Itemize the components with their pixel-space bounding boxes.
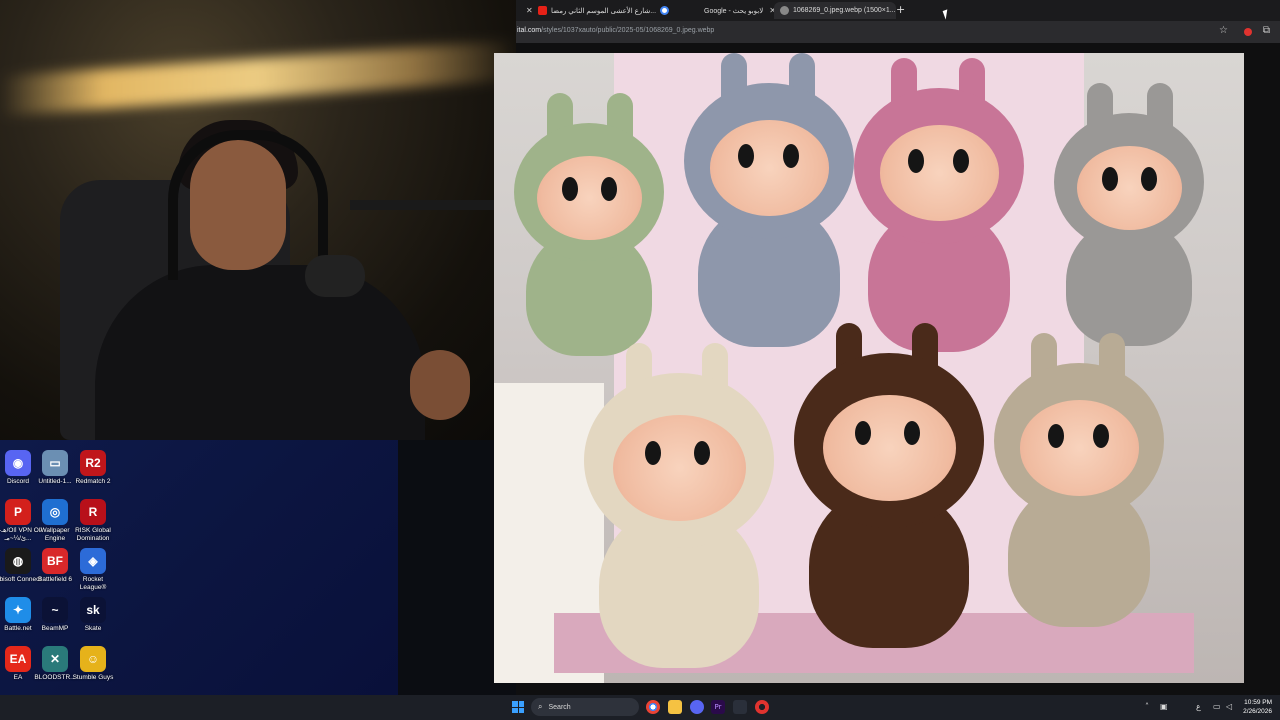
- desktop-icon-label: RISK Global Domination: [75, 527, 111, 542]
- volume-icon[interactable]: ◁: [1226, 702, 1232, 711]
- browser-window: ✕ شارع الأعشى الموسم الثاني رمضا... ✕ Go…: [494, 0, 1280, 695]
- chevron-up-icon[interactable]: ˄: [1145, 702, 1149, 711]
- globe-icon: [780, 6, 789, 15]
- network-icon[interactable]: ▭: [1213, 702, 1221, 711]
- desktop-icon-redmatch[interactable]: R2 Redmatch 2: [69, 450, 117, 486]
- desktop-icon-label: Skate: [84, 625, 102, 632]
- bookmark-star-icon[interactable]: ☆: [1219, 25, 1228, 36]
- desktop-icon-rocket-league[interactable]: ◈ Rocket League®: [69, 548, 117, 591]
- plush-toy: [514, 93, 664, 363]
- clock-date: 2/26/2026: [1243, 708, 1272, 715]
- discord-taskbar-icon[interactable]: [690, 700, 704, 714]
- redmatch-icon: R2: [80, 450, 106, 476]
- ea-icon: EA: [5, 646, 31, 672]
- tab-label: 1068269_0.jpeg.webp (1500×1...: [793, 7, 896, 14]
- address-bar[interactable]: ital.com/styles/1037xauto/public/2025-05…: [516, 21, 1280, 43]
- desktop-icon-label: Redmatch 2: [75, 478, 111, 485]
- plush-toy: [684, 53, 854, 355]
- url-text[interactable]: ital.com/styles/1037xauto/public/2025-05…: [517, 27, 714, 34]
- file-icon: ▭: [42, 450, 68, 476]
- streamer-hand: [410, 350, 470, 420]
- tab-bar: ✕ شارع الأعشى الموسم الثاني رمضا... ✕ Go…: [516, 0, 1280, 21]
- url-path: /styles/1037xauto/public/2025-05/1068269…: [541, 27, 715, 34]
- desktop-icon-skate[interactable]: sk Skate: [69, 597, 117, 633]
- new-tab-button[interactable]: +: [896, 3, 905, 16]
- tray-app-icon[interactable]: ▣: [1160, 702, 1168, 711]
- plush-toy: [1054, 83, 1204, 353]
- tab-previous[interactable]: ✕: [520, 2, 533, 19]
- system-clock[interactable]: 10:59 PM 2/26/2026: [1243, 698, 1272, 716]
- desktop-icon-label: Rocket League®: [79, 576, 107, 591]
- page-viewport: [494, 43, 1280, 695]
- taskbar: ⌕ Search Pr ˄ ▣ ع ▭ ◁ 10:59 PM 2/26/2026: [0, 695, 1280, 720]
- bloodstrike-icon: ✕: [42, 646, 68, 672]
- discord-icon: ◉: [5, 450, 31, 476]
- app-icon[interactable]: [733, 700, 747, 714]
- extension-record-icon[interactable]: [1244, 28, 1252, 36]
- language-indicator[interactable]: ع: [1196, 702, 1201, 711]
- ceiling-light: [0, 39, 516, 117]
- skate-icon: sk: [80, 597, 106, 623]
- plush-toy: [994, 333, 1164, 635]
- stumble-guys-icon: ☺: [80, 646, 106, 672]
- chrome-icon[interactable]: [646, 700, 660, 714]
- youtube-icon: [538, 6, 547, 15]
- desktop-edge: [398, 440, 494, 695]
- desktop-icon-risk[interactable]: R RISK Global Domination: [69, 499, 117, 542]
- plush-toy: [584, 343, 774, 677]
- recording-app-icon[interactable]: [755, 700, 769, 714]
- search-label: Search: [548, 703, 571, 711]
- url-domain: ital.com: [517, 27, 542, 34]
- search-icon: ⌕: [538, 702, 543, 711]
- vpn-icon: P: [5, 499, 31, 525]
- tab-google-blank[interactable]: [660, 2, 673, 19]
- streamer-body: [95, 265, 425, 440]
- labubu-photo: [494, 53, 1244, 683]
- desktop-icon-label: Stumble Guys: [72, 674, 114, 681]
- headset: [168, 130, 328, 280]
- battlefield-icon: BF: [42, 548, 68, 574]
- google-icon: [660, 6, 669, 15]
- mic-arm: [350, 200, 516, 210]
- webcam-overlay: [0, 0, 516, 440]
- close-icon[interactable]: ✕: [526, 6, 533, 15]
- beammp-icon: ~: [42, 597, 68, 623]
- wallpaper-engine-icon: ◎: [42, 499, 68, 525]
- file-explorer-icon[interactable]: [668, 700, 682, 714]
- plush-toy: [854, 58, 1024, 360]
- plush-toy: [794, 323, 984, 657]
- tab-label: Google - لابوبو يحث: [704, 7, 764, 15]
- extensions-puzzle-icon[interactable]: ⧉: [1263, 25, 1270, 36]
- rocket-league-icon: ◈: [80, 548, 106, 574]
- premiere-icon[interactable]: Pr: [711, 700, 725, 714]
- tab-label: شارع الأعشى الموسم الثاني رمضا...: [551, 7, 657, 15]
- desktop-icon-stumble-guys[interactable]: ☺ Stumble Guys: [69, 646, 117, 682]
- tab-image[interactable]: 1068269_0.jpeg.webp (1500×1... ✕: [774, 2, 896, 19]
- microphone: [305, 255, 365, 297]
- ubisoft-icon: ◍: [5, 548, 31, 574]
- windows-start-icon[interactable]: [512, 701, 524, 713]
- taskbar-search[interactable]: ⌕ Search: [531, 698, 639, 716]
- battlenet-icon: ✦: [5, 597, 31, 623]
- risk-icon: R: [80, 499, 106, 525]
- tab-youtube[interactable]: شارع الأعشى الموسم الثاني رمضا... ✕: [538, 2, 670, 19]
- clock-time: 10:59 PM: [1244, 699, 1272, 706]
